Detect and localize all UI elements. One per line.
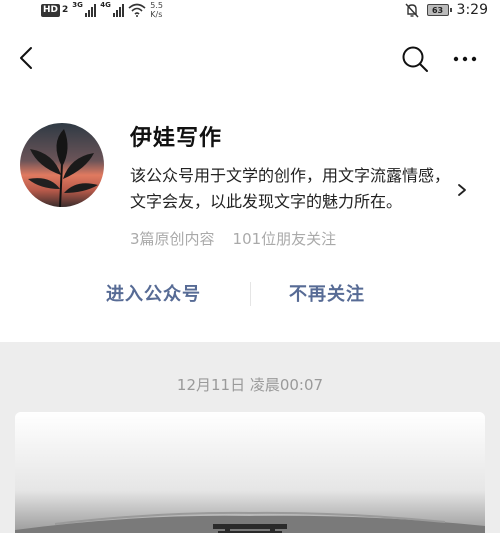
- signal-icon: 3G: [72, 1, 97, 17]
- back-icon[interactable]: [14, 44, 42, 72]
- battery-icon: 63: [426, 4, 452, 16]
- signal-icon: 4G: [100, 1, 125, 17]
- article-cover-image: [15, 412, 485, 533]
- network-type: 4G: [100, 1, 111, 9]
- bell-off-icon: [405, 3, 419, 17]
- hd-badge: HD: [41, 3, 61, 17]
- original-articles-count: 3篇原创内容: [130, 230, 215, 248]
- battery-level: 63: [431, 5, 444, 15]
- clock: 3:29: [456, 2, 488, 18]
- account-name: 伊娃写作: [130, 126, 223, 151]
- followers-count: 101位朋友关注: [232, 230, 337, 248]
- article-card[interactable]: [15, 412, 485, 533]
- more-icon[interactable]: [450, 46, 480, 72]
- speed-unit: K/s: [150, 10, 163, 19]
- profile-panel: HD 2 3G 4G 5.5 K/s 63 3:29 伊娃写作 该公众号用于文学…: [0, 0, 500, 342]
- speed-value: 5.5: [150, 1, 164, 10]
- divider: [250, 282, 251, 306]
- network-speed: 5.5 K/s: [150, 1, 163, 19]
- sim-slot: 2: [62, 5, 69, 15]
- account-description[interactable]: 该公众号用于文学的创作，用文字流露情感，文字会友，以此发现文字的魅力所在。: [130, 163, 460, 215]
- search-icon[interactable]: [400, 44, 430, 74]
- chevron-right-icon[interactable]: [454, 180, 470, 200]
- post-date: 12月11日 凌晨00:07: [176, 376, 324, 394]
- avatar[interactable]: [20, 123, 104, 207]
- network-type: 3G: [72, 1, 83, 9]
- status-bar: HD 2 3G 4G 5.5 K/s 63 3:29: [0, 0, 500, 22]
- account-stats: 3篇原创内容 101位朋友关注: [130, 228, 336, 249]
- unfollow-button[interactable]: 不再关注: [289, 280, 365, 306]
- enter-account-button[interactable]: 进入公众号: [106, 280, 201, 306]
- wifi-icon: [128, 3, 146, 17]
